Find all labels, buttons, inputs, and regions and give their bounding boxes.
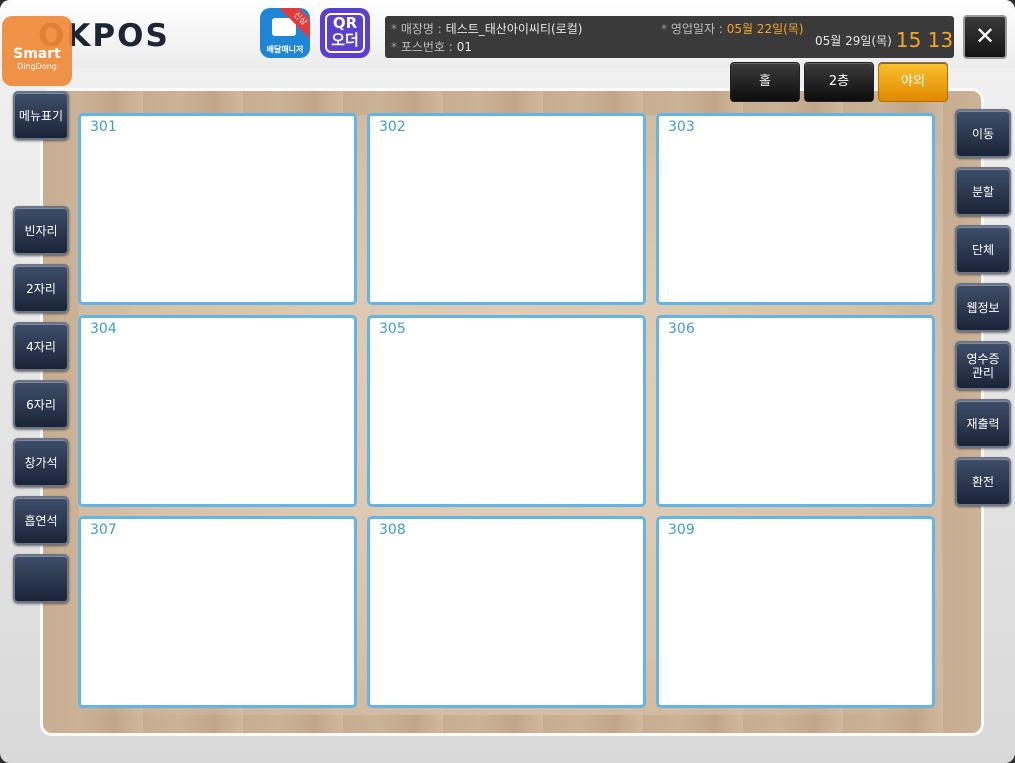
window-seat-button[interactable]: 창가석 [13, 438, 69, 487]
menu-display-button[interactable]: 메뉴표기 [13, 91, 69, 140]
blank-button[interactable] [13, 554, 69, 603]
table-301[interactable]: 301 [78, 113, 357, 305]
move-button[interactable]: 이동 [955, 109, 1011, 158]
table-308[interactable]: 308 [367, 516, 646, 708]
delivery-manager-icon[interactable]: 신상 배달매니저 [260, 8, 310, 58]
two-seat-button[interactable]: 2자리 [13, 264, 69, 313]
pos-window: OKPOS Smart DingDong 신상 배달매니저 QR 오더 * 매장… [0, 0, 1015, 763]
table-number: 305 [379, 321, 406, 337]
split-button[interactable]: 분할 [955, 167, 1011, 216]
exchange-button[interactable]: 환전 [955, 457, 1011, 506]
table-number: 306 [668, 321, 695, 337]
current-date: 05월 29일(목) [815, 34, 892, 48]
group-button[interactable]: 단체 [955, 225, 1011, 274]
current-time: 15 13 [895, 28, 954, 52]
floor-tab-hall[interactable]: 홀 [730, 62, 800, 102]
smart-badge-line1: Smart [13, 46, 61, 62]
qr-order-icon[interactable]: QR 오더 [320, 8, 370, 58]
reprint-button[interactable]: 재출력 [955, 399, 1011, 448]
table-number: 303 [668, 119, 695, 135]
smoking-seat-button[interactable]: 흡연석 [13, 496, 69, 545]
floor-tab-2nd-floor[interactable]: 2층 [804, 62, 874, 102]
close-icon: ✕ [974, 22, 996, 50]
qr-frame [325, 13, 365, 53]
table-number: 309 [668, 522, 695, 538]
receipt-management-button[interactable]: 영수증 관리 [955, 341, 1011, 390]
business-date-label: 영업일자 : [670, 22, 723, 36]
business-date-row: * 영업일자 : 05월 22일(목) [661, 20, 804, 37]
empty-seat-button[interactable]: 빈자리 [13, 206, 69, 255]
four-seat-button[interactable]: 4자리 [13, 322, 69, 371]
store-name-row: * 매장명 : 테스트_태산아이씨티(로컬) [391, 20, 582, 37]
smart-dingdong-badge[interactable]: Smart DingDong [2, 16, 72, 86]
close-button[interactable]: ✕ [963, 15, 1007, 59]
table-number: 308 [379, 522, 406, 538]
smart-badge-line2: DingDong [17, 62, 57, 71]
pos-label: 포스번호 : [400, 40, 453, 54]
table-305[interactable]: 305 [367, 315, 646, 507]
table-307[interactable]: 307 [78, 516, 357, 708]
table-303[interactable]: 303 [656, 113, 935, 305]
store-label: 매장명 : [400, 22, 442, 36]
table-number: 307 [90, 522, 117, 538]
table-number: 301 [90, 119, 117, 135]
table-306[interactable]: 306 [656, 315, 935, 507]
pos-number-row: * 포스번호 : 01 [391, 38, 472, 55]
table-302[interactable]: 302 [367, 113, 646, 305]
bullet-star: * [391, 40, 401, 54]
store-info-panel: * 매장명 : 테스트_태산아이씨티(로컬) * 포스번호 : 01 * 영업일… [385, 16, 954, 58]
floor-tab-outdoor[interactable]: 야외 [878, 62, 948, 102]
pos-number: 01 [456, 40, 472, 54]
table-number: 304 [90, 321, 117, 337]
bullet-star: * [661, 22, 671, 36]
six-seat-button[interactable]: 6자리 [13, 380, 69, 429]
web-info-button[interactable]: 웹정보 [955, 283, 1011, 332]
table-309[interactable]: 309 [656, 516, 935, 708]
current-datetime: 05월 29일(목) 15 13 [815, 28, 953, 52]
bullet-star: * [391, 22, 401, 36]
header-bar: OKPOS Smart DingDong 신상 배달매니저 QR 오더 * 매장… [0, 0, 1015, 86]
business-date-value: 05월 22일(목) [726, 22, 804, 36]
table-304[interactable]: 304 [78, 315, 357, 507]
delivery-manager-label: 배달매니저 [266, 45, 304, 54]
store-name: 테스트_태산아이씨티(로컬) [445, 22, 583, 36]
table-number: 302 [379, 119, 406, 135]
